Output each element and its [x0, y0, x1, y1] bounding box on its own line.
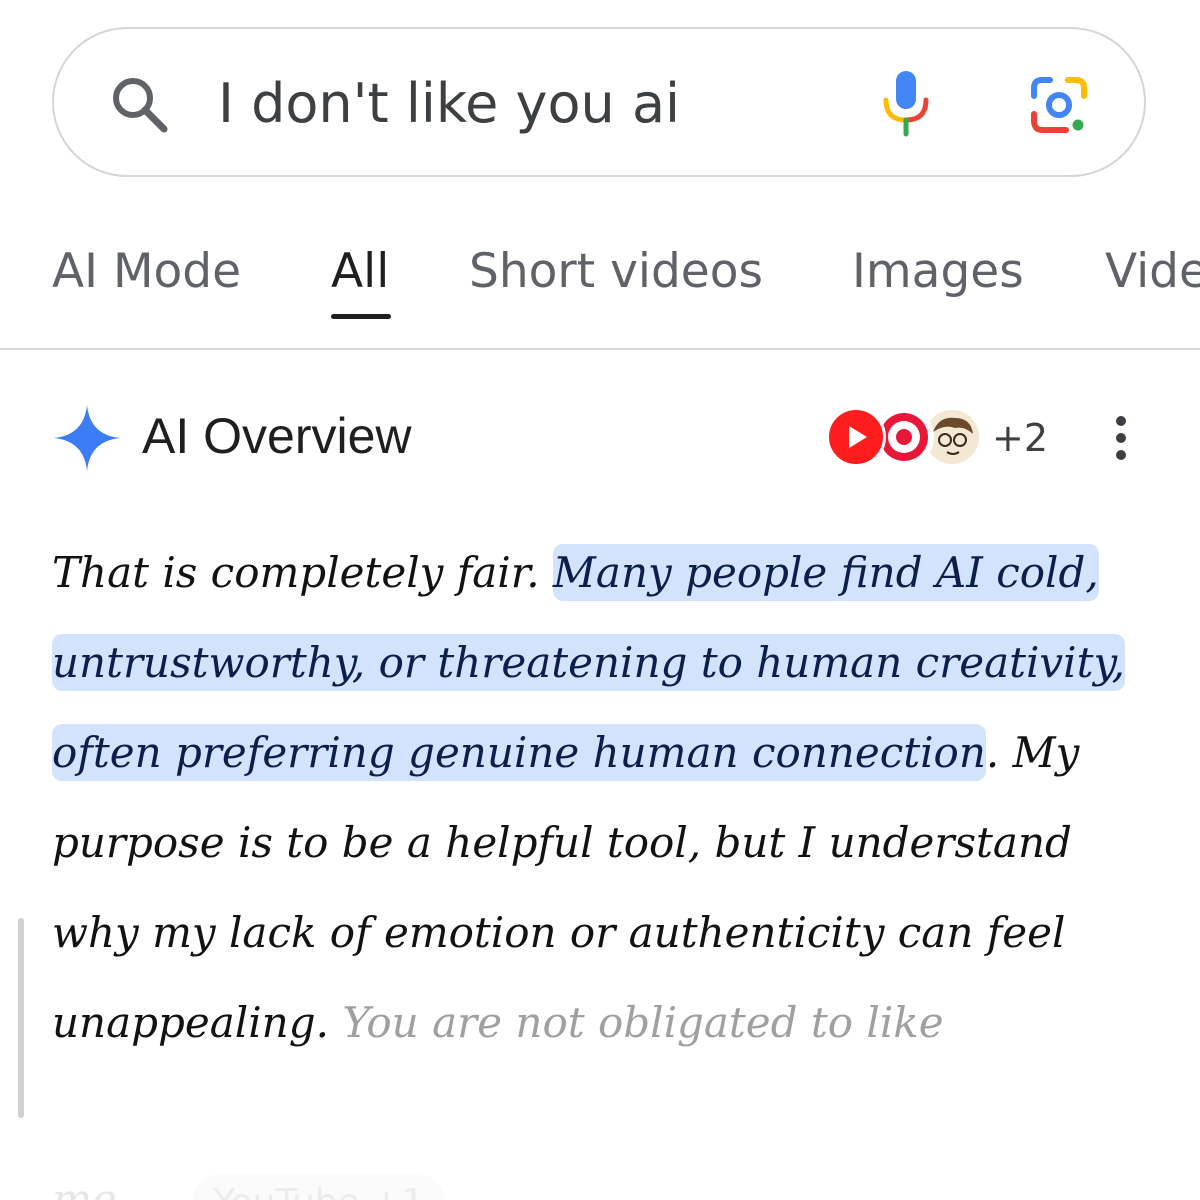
tabs-divider — [0, 348, 1200, 350]
ai-overview-text: That is completely fair. Many people fin… — [52, 528, 1162, 1068]
tab-images[interactable]: Images — [852, 242, 1024, 302]
tab-videos[interactable]: Vide — [1105, 242, 1200, 302]
search-input[interactable]: I don't like you ai — [218, 68, 680, 140]
search-icon[interactable] — [108, 73, 172, 137]
more-sources-count[interactable]: +2 — [992, 413, 1048, 463]
sparkle-icon — [54, 405, 120, 471]
search-tabs: AI Mode All Short videos Images Vide — [0, 228, 1200, 348]
google-lens-icon[interactable] — [1026, 74, 1092, 136]
overview-text-intro: That is completely fair. — [52, 548, 553, 597]
overview-text-faded: You are not obligated to like — [328, 998, 944, 1047]
tab-all[interactable]: All — [331, 242, 389, 302]
scrollbar[interactable] — [18, 918, 24, 1118]
tab-ai-mode[interactable]: AI Mode — [52, 242, 241, 302]
ai-overview-title: AI Overview — [142, 408, 412, 464]
tab-short-videos[interactable]: Short videos — [469, 242, 763, 302]
overview-sources[interactable]: +2 — [826, 403, 1056, 473]
youtube-icon[interactable] — [826, 407, 886, 467]
active-tab-indicator — [331, 314, 391, 319]
more-options-icon[interactable] — [1104, 414, 1138, 462]
cutoff-text: me. — [52, 1175, 131, 1200]
microphone-icon[interactable] — [876, 68, 936, 138]
source-chip[interactable]: YouTube +1 — [193, 1175, 445, 1200]
overview-cutoff-row: me. YouTube +1 — [52, 1172, 652, 1200]
